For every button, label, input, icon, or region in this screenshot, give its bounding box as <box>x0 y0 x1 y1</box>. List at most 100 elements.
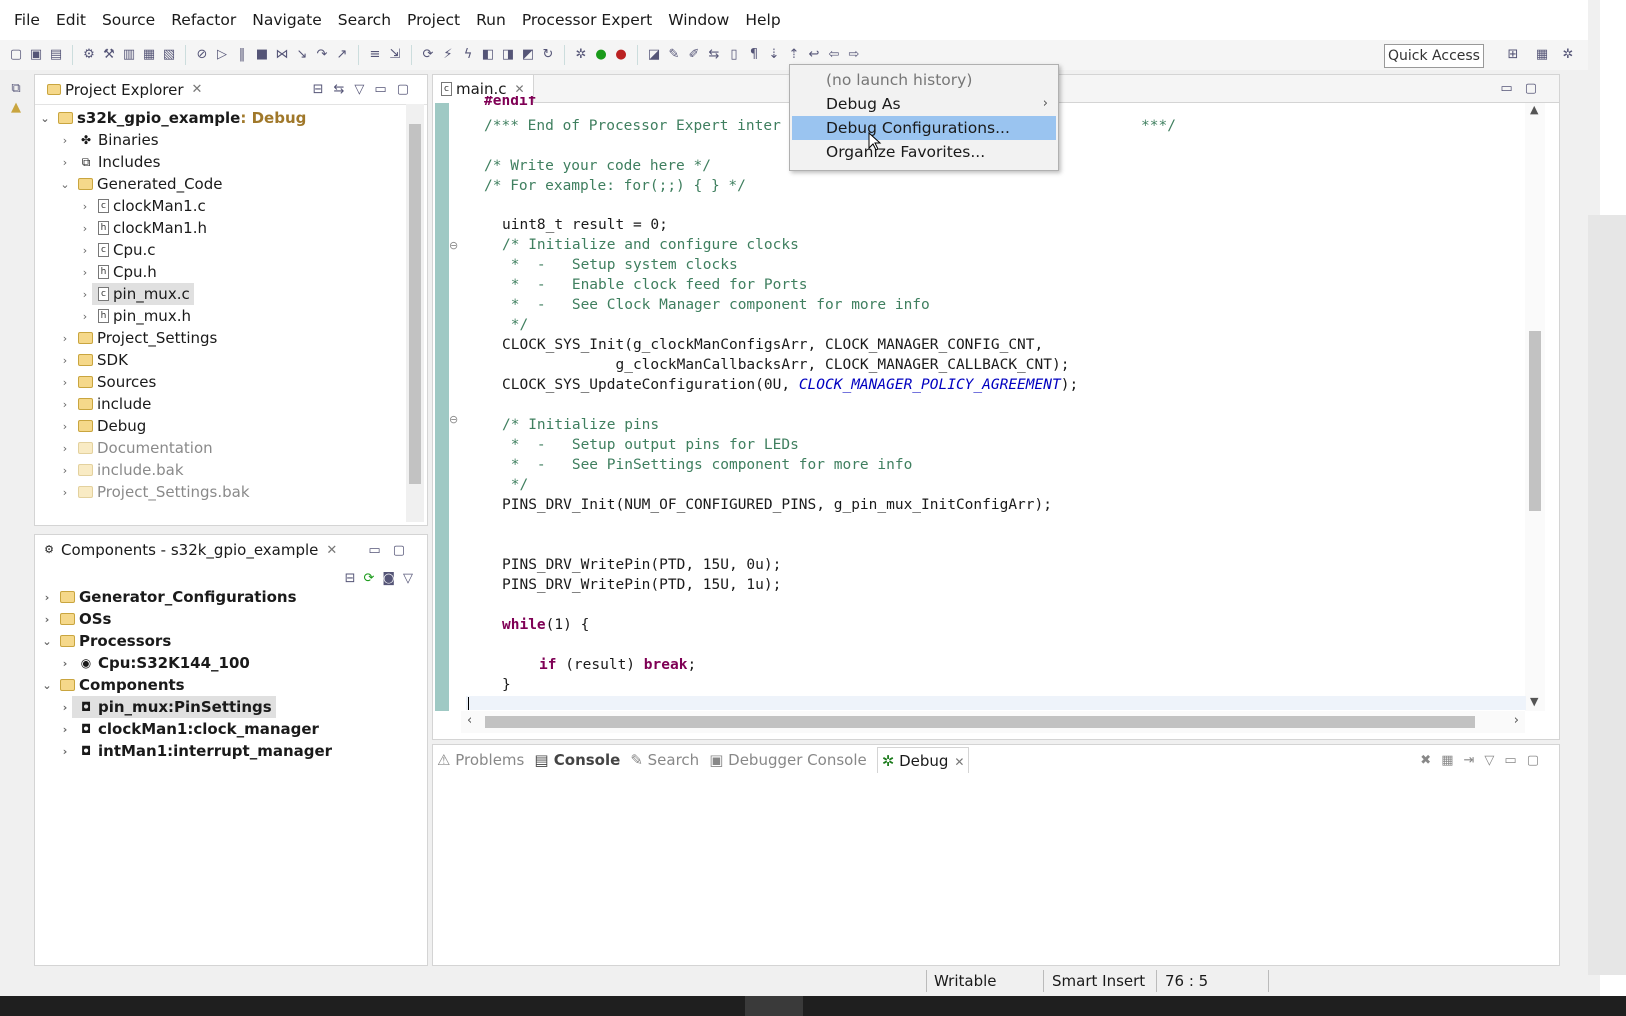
scrollbar-thumb[interactable] <box>485 716 1475 728</box>
highlight-icon[interactable]: ✐ <box>686 47 702 63</box>
view-menu-icon[interactable]: ▽ <box>354 82 374 97</box>
remove-all-terminated-icon[interactable]: ✖ <box>1420 753 1441 768</box>
collapse-all-icon[interactable]: ⊟ <box>345 571 356 586</box>
debug-perspective-icon[interactable]: ✲ <box>1560 47 1576 63</box>
tree-item[interactable]: › include <box>58 393 152 415</box>
menu-run[interactable]: Run <box>468 11 514 29</box>
chevron-right-icon[interactable]: › <box>78 288 92 301</box>
chevron-right-icon[interactable]: › <box>78 310 92 323</box>
open-folder-icon[interactable]: ▦ <box>141 47 157 63</box>
tree-item[interactable]: ⌄ Components <box>40 674 184 696</box>
menu-window[interactable]: Window <box>660 11 737 29</box>
terminate-icon[interactable]: ■ <box>254 47 270 63</box>
project-tree-scrollbar[interactable] <box>406 104 424 522</box>
block-select-icon[interactable]: ▯ <box>726 47 742 63</box>
open-type-icon[interactable]: ◪ <box>646 47 662 63</box>
code-area[interactable]: #endif /*** End of Processor Expert inte… <box>466 96 1526 710</box>
close-icon[interactable]: ✕ <box>515 82 525 96</box>
forward-icon[interactable]: ⇨ <box>846 47 862 63</box>
tab-debug[interactable]: ✲ Debug ✕ <box>876 747 970 773</box>
tree-item[interactable]: ⌄ Processors <box>40 630 171 652</box>
build-config-icon[interactable]: ▥ <box>121 47 137 63</box>
tree-item[interactable]: › ⧉ Includes <box>58 151 161 173</box>
drop-frame-icon[interactable]: ⇲ <box>387 47 403 63</box>
fold-toggle-icon[interactable]: ⊖ <box>449 413 458 426</box>
tree-item[interactable]: › c Cpu.c <box>78 239 156 261</box>
tree-item[interactable]: › ◘ clockMan1:clock_manager <box>58 718 319 740</box>
components-title[interactable]: Components - s32k_gpio_example <box>61 541 318 559</box>
tree-item[interactable]: › h clockMan1.h <box>78 217 207 239</box>
tab-search[interactable]: ✎ Search <box>630 751 699 769</box>
last-edit-icon[interactable]: ↩ <box>806 47 822 63</box>
tree-item[interactable]: › OSs <box>40 608 112 630</box>
debug-bug-icon[interactable]: ✲ <box>573 47 589 63</box>
run-icon[interactable]: ● <box>593 47 609 63</box>
tree-item[interactable]: › h pin_mux.h <box>78 305 191 327</box>
prev-annotation-icon[interactable]: ⇡ <box>786 47 802 63</box>
tree-item[interactable]: › Generator_Configurations <box>40 586 297 608</box>
chevron-down-icon[interactable]: ⌄ <box>38 112 52 125</box>
scrollbar-thumb[interactable] <box>409 124 421 484</box>
new-icon[interactable]: ▢ <box>8 47 24 63</box>
close-icon[interactable]: ✕ <box>192 82 203 97</box>
generate-icon[interactable]: ⚡ <box>440 47 456 63</box>
chevron-right-icon[interactable]: › <box>58 156 72 169</box>
quick-access-field[interactable]: Quick Access <box>1384 44 1484 68</box>
chevron-down-icon[interactable]: ⌄ <box>40 635 54 648</box>
menu-source[interactable]: Source <box>94 11 163 29</box>
tree-item[interactable]: › include.bak <box>58 459 184 481</box>
chevron-right-icon[interactable]: › <box>40 613 54 626</box>
tree-item[interactable]: › c clockMan1.c <box>78 195 206 217</box>
new-project-icon[interactable]: ◧ <box>480 47 496 63</box>
chevron-right-icon[interactable]: › <box>78 266 92 279</box>
project-explorer-title[interactable]: Project Explorer <box>65 81 184 99</box>
chevron-right-icon[interactable]: › <box>58 420 72 433</box>
chevron-down-icon[interactable]: ⌄ <box>58 178 72 191</box>
chevron-right-icon[interactable]: › <box>40 591 54 604</box>
chevron-right-icon[interactable]: › <box>58 332 72 345</box>
chevron-right-icon[interactable]: › <box>58 745 72 758</box>
disconnect-icon[interactable]: ⋈ <box>274 47 290 63</box>
tree-item-selected[interactable]: › ◘ pin_mux:PinSettings <box>58 696 276 718</box>
tree-item[interactable]: › Documentation <box>58 437 213 459</box>
flash-icon[interactable]: ϟ <box>460 47 476 63</box>
view-menu-icon[interactable]: ▽ <box>1484 753 1504 768</box>
back-icon[interactable]: ⇦ <box>826 47 842 63</box>
tree-item[interactable]: › Debug <box>58 415 147 437</box>
tree-item[interactable]: › Project_Settings.bak <box>58 481 250 503</box>
tree-item[interactable]: › Project_Settings <box>58 327 218 349</box>
menu-item-debug-configurations[interactable]: Debug Configurations... <box>792 116 1056 140</box>
tab-console[interactable]: ▤ Console <box>534 751 620 769</box>
step-into-icon[interactable]: ↘ <box>294 47 310 63</box>
tree-item[interactable]: ⌄ Generated_Code <box>58 173 222 195</box>
editor-vscrollbar[interactable]: ▲ ▼ <box>1525 103 1545 711</box>
fold-toggle-icon[interactable]: ⊖ <box>449 239 458 252</box>
instruction-step-icon[interactable]: ≡ <box>367 47 383 63</box>
scroll-right-icon[interactable]: › <box>1514 713 1519 728</box>
save-icon[interactable]: ▣ <box>28 47 44 63</box>
collapse-icon[interactable]: ▦ <box>1441 753 1463 768</box>
refresh-icon[interactable]: ⟳ <box>420 47 436 63</box>
chevron-right-icon[interactable]: › <box>58 354 72 367</box>
chevron-right-icon[interactable]: › <box>58 398 72 411</box>
minimize-icon[interactable]: ▭ <box>1500 81 1524 96</box>
bookmark-icon[interactable]: ▲ <box>8 100 24 116</box>
cc-perspective-icon[interactable]: ▦ <box>1534 47 1550 63</box>
open-perspective-icon[interactable]: ⊞ <box>1505 47 1521 63</box>
chevron-down-icon[interactable]: ⌄ <box>40 679 54 692</box>
tree-item[interactable]: › Sources <box>58 371 157 393</box>
minimize-icon[interactable]: ▭ <box>368 543 392 558</box>
menu-processor-expert[interactable]: Processor Expert <box>514 11 660 29</box>
skip-breakpoints-icon[interactable]: ⊘ <box>194 47 210 63</box>
chevron-right-icon[interactable]: › <box>58 442 72 455</box>
generate-code-icon[interactable]: ⟳ <box>363 571 374 586</box>
external-tools-icon[interactable]: ● <box>613 47 629 63</box>
maximize-icon[interactable]: ▢ <box>397 82 419 97</box>
scroll-left-icon[interactable]: ‹ <box>467 713 472 728</box>
suspend-icon[interactable]: ‖ <box>234 47 250 63</box>
package-icon[interactable]: ▧ <box>161 47 177 63</box>
new-class-icon[interactable]: ◩ <box>520 47 536 63</box>
scroll-down-icon[interactable]: ▼ <box>1530 695 1538 708</box>
menu-navigate[interactable]: Navigate <box>244 11 330 29</box>
chevron-right-icon[interactable]: › <box>58 701 72 714</box>
